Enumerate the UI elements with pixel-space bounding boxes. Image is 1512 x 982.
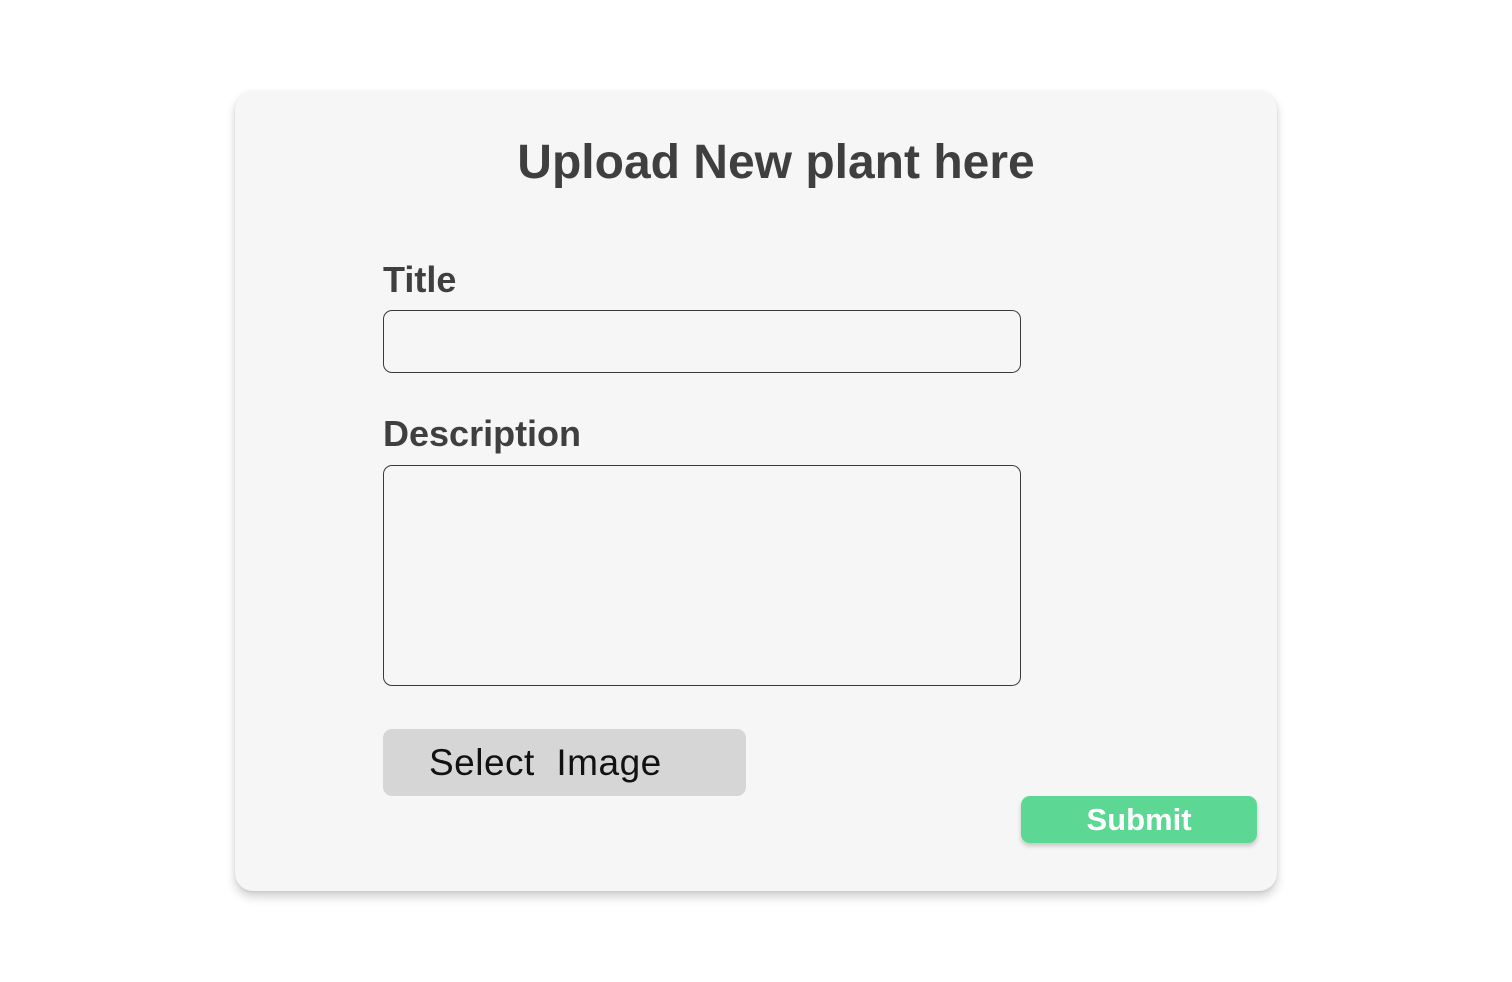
title-input[interactable] xyxy=(383,310,1021,373)
description-textarea[interactable] xyxy=(383,465,1021,686)
select-image-button[interactable]: Select Image xyxy=(383,729,746,796)
title-label: Title xyxy=(383,259,457,300)
description-label: Description xyxy=(383,413,582,454)
page-title: Upload New plant here xyxy=(517,136,1035,189)
submit-button[interactable]: Submit xyxy=(1021,796,1257,843)
upload-plant-card: Upload New plant here Title Description … xyxy=(235,91,1277,891)
